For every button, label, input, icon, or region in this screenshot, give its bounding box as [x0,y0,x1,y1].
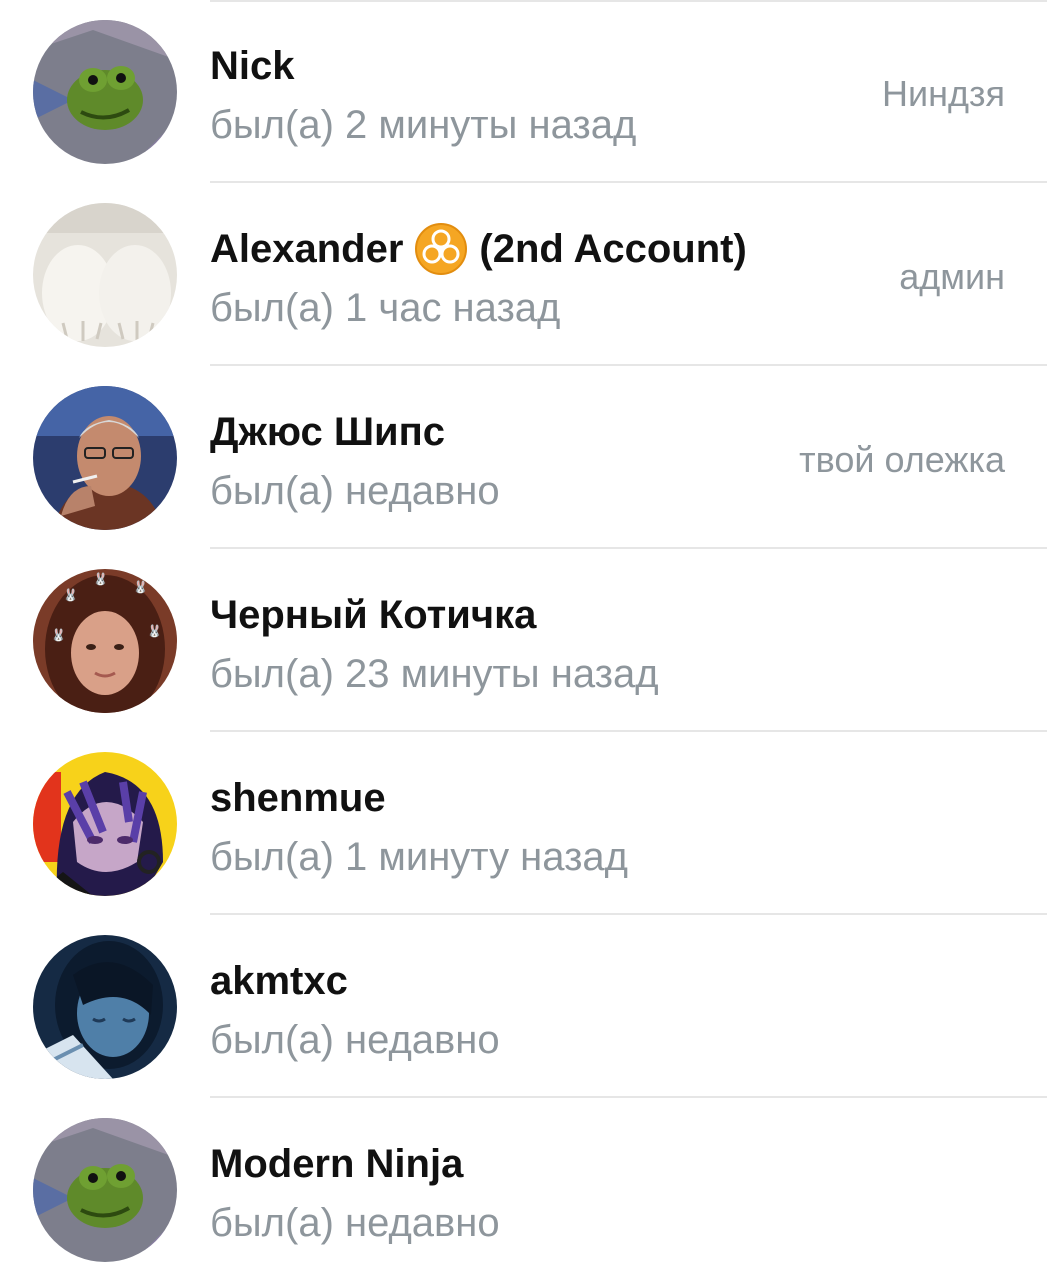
member-row-akmtxc[interactable]: akmtxc был(а) недавно [0,915,1047,1098]
member-last-seen: был(а) 23 минуты назад [210,652,659,696]
svg-text:🐰: 🐰 [93,572,108,586]
member-role-title: Ниндзя [882,73,1005,114]
girl-selfie-avatar[interactable]: 🐰 🐰 🐰 🐰 🐰 [33,569,177,713]
member-name: akmtxc [210,959,348,1003]
member-name-line: Modern Ninja [210,1138,463,1190]
member-list: Nick был(а) 2 минуты назад Ниндзя Alexan… [0,0,1047,1280]
member-row-black-kitty[interactable]: 🐰 🐰 🐰 🐰 🐰 Черный Котичка был(а) 23 минут… [0,549,1047,732]
member-name: Nick [210,44,295,88]
member-last-seen: был(а) 1 час назад [210,286,561,330]
svg-text:🐰: 🐰 [51,628,66,642]
svg-text:🐰: 🐰 [147,624,162,638]
member-name-line: Alexander (2nd Account) [210,223,747,275]
member-name-line: Джюс Шипс [210,406,445,458]
member-name: Джюс Шипс [210,410,446,454]
member-name: Черный Котичка [210,593,537,637]
member-row-shenmue[interactable]: shenmue был(а) 1 минуту назад [0,732,1047,915]
kermit-avatar[interactable] [33,20,177,164]
member-name-suffix: (2nd Account) [479,227,747,271]
kermit-avatar[interactable] [33,1118,177,1262]
member-row-nick[interactable]: Nick был(а) 2 минуты назад Ниндзя [0,0,1047,183]
member-row-alexander[interactable]: Alexander (2nd Account) был(а) 1 час наз… [0,183,1047,366]
svg-text:🐰: 🐰 [63,588,78,602]
member-name: Alexander [210,227,404,271]
member-role-title: админ [899,256,1005,297]
anime-character-avatar[interactable] [33,752,177,896]
anime-girl-blue-avatar[interactable] [33,935,177,1079]
member-row-modern-ninja[interactable]: Modern Ninja был(а) недавно [0,1098,1047,1281]
member-role-title: твой олежка [799,439,1005,480]
member-row-juice-ships[interactable]: Джюс Шипс был(а) недавно твой олежка [0,366,1047,549]
member-name: shenmue [210,776,386,820]
fluffy-paws-avatar[interactable] [33,203,177,347]
member-name-line: Nick [210,40,295,92]
svg-text:🐰: 🐰 [133,580,148,594]
member-name-line: shenmue [210,772,386,824]
member-last-seen: был(а) недавно [210,1201,500,1245]
biohazard-emoji-icon [415,223,468,275]
member-last-seen: был(а) 2 минуты назад [210,103,637,147]
member-name-line: akmtxc [210,955,348,1007]
old-man-smoking-avatar[interactable] [33,386,177,530]
member-name: Modern Ninja [210,1142,464,1186]
member-last-seen: был(а) 1 минуту назад [210,835,628,879]
member-last-seen: был(а) недавно [210,1018,500,1062]
member-name-line: Черный Котичка [210,589,536,641]
member-last-seen: был(а) недавно [210,469,500,513]
